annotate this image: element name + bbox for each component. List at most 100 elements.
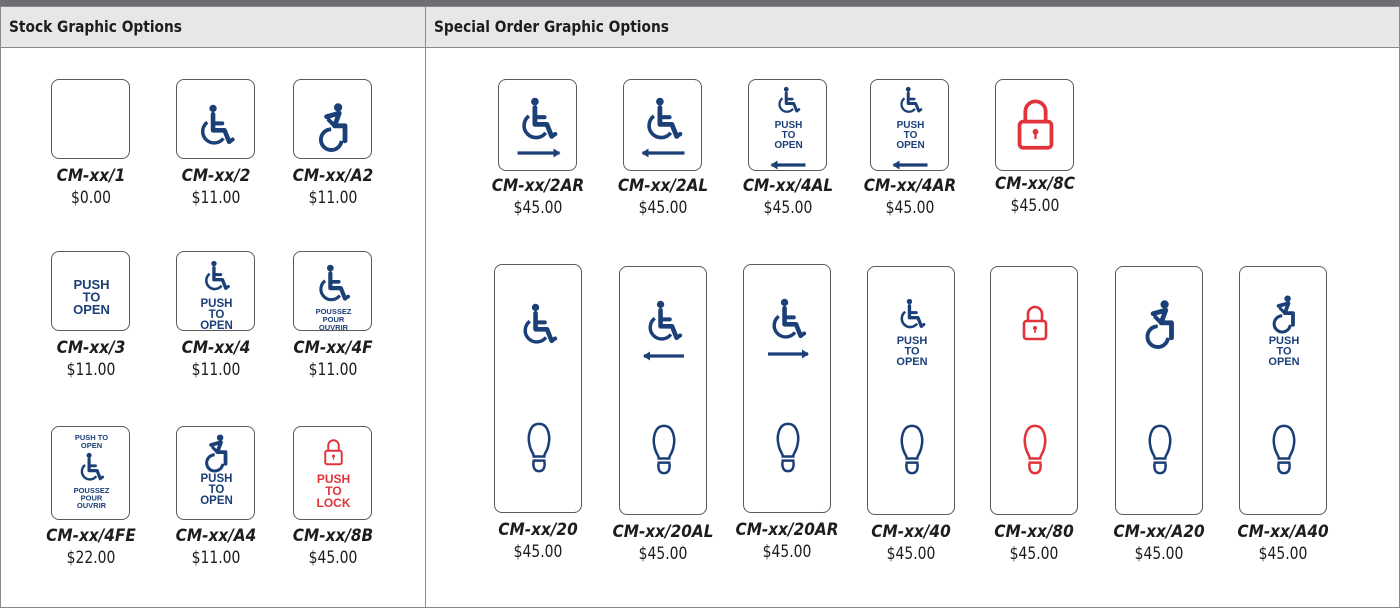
price-label: $45.00 [308, 548, 357, 568]
wheelchair-icon [522, 97, 558, 140]
plate-top-text: PUSH TOOPEN [75, 433, 108, 450]
arrow-left-icon [641, 148, 685, 158]
product-option: PUSH TO OPEN CM-xx/3 $11.00 [51, 251, 130, 391]
product-option: PUSH TO OPEN POUSSEZ POUR OUVRIR CM-xx/4FE $22… [46, 426, 135, 580]
padlock-icon [1022, 305, 1048, 341]
product-option: PUSH TO OPEN CM-xx/A4 $11.00 [175, 426, 256, 580]
wheelchair-icon [647, 97, 683, 140]
arrow-left-icon [892, 160, 928, 170]
product-option: CM-xx/20AL $45.00 [612, 266, 714, 575]
model-number: CM-xx/8B [292, 526, 373, 546]
plate-text-line: OPEN [774, 140, 802, 151]
switch-plate: PUSH TO OPEN [1239, 266, 1327, 515]
active-wheelchair-icon [1272, 295, 1295, 334]
price-label: $11.00 [308, 360, 357, 380]
product-option: PUSH TO OPEN CM-xx/40 $45.00 [867, 266, 955, 575]
footprint-icon [527, 422, 551, 473]
switch-plate: PUSH TO LOCK [293, 426, 372, 520]
switch-plate: PUSH TO OPEN [176, 426, 255, 520]
wheelchair-icon [80, 452, 105, 481]
switch-plate: PUSH TO OPEN [176, 251, 255, 332]
product-option: CM-xx/2AR $45.00 [491, 79, 584, 231]
wheelchair-icon [778, 86, 801, 113]
product-option: PUSH TO OPEN CM-xx/4AR $45.00 [863, 79, 956, 231]
padlock-icon [324, 439, 343, 466]
stock-panel-header: Stock Graphic Options [1, 7, 425, 48]
arrow-right-icon [517, 148, 561, 158]
plate-text: PUSHTOOPEN [200, 298, 233, 332]
wheelchair-icon [200, 104, 235, 145]
switch-plate: POUSSEZ POUR OUVRIR [293, 251, 372, 332]
switch-plate [990, 266, 1078, 515]
plate-text-line: OPEN [81, 441, 102, 450]
arrow-left-icon [643, 351, 684, 361]
model-number: CM-xx/A2 [292, 166, 373, 186]
model-number: CM-xx/A40 [1237, 522, 1329, 542]
model-number: CM-xx/8C [994, 174, 1075, 194]
footprint-icon [776, 422, 800, 473]
switch-plate [743, 264, 831, 513]
active-wheelchair-icon [318, 103, 348, 152]
plate-text-line: OPEN [200, 320, 233, 332]
wheelchair-icon [772, 298, 807, 339]
plate-text: PUSHTOOPEN [774, 120, 802, 151]
switch-plate [619, 266, 707, 515]
product-option: CM-xx/20AR $45.00 [735, 264, 839, 573]
special-panel-header: Special Order Graphic Options [426, 7, 1399, 48]
active-wheelchair-icon [1145, 300, 1174, 349]
plate-text-line: LOCK [317, 496, 351, 510]
switch-plate [623, 79, 702, 171]
product-option: CM-xx/2 $11.00 [176, 79, 255, 219]
wheelchair-icon [523, 303, 558, 344]
product-option: CM-xx/20 $45.00 [494, 264, 582, 573]
price-label: $45.00 [1010, 196, 1059, 216]
switch-plate [494, 264, 582, 513]
product-option: PUSH TO OPEN CM-xx/4 $11.00 [176, 251, 255, 391]
switch-plate: PUSH TO OPEN [748, 79, 827, 171]
switch-plate: PUSH TO OPEN [51, 251, 130, 331]
stock-panel-title: Stock Graphic Options [9, 17, 182, 36]
model-number: CM-xx/4F [292, 338, 373, 358]
footprint-icon [1148, 424, 1172, 475]
arrow-left-icon [770, 160, 806, 170]
footprint-icon [1023, 424, 1047, 475]
wheelchair-icon [900, 86, 923, 113]
plate-text-line: OPEN [1268, 356, 1299, 368]
product-option: PUSH TO OPEN CM-xx/A40 $45.00 [1237, 266, 1329, 575]
product-option: CM-xx/80 $45.00 [990, 266, 1078, 575]
padlock-icon [1017, 99, 1054, 150]
product-option: PUSH TO OPEN CM-xx/4AL $45.00 [742, 79, 833, 231]
price-label: $11.00 [308, 188, 357, 208]
wheelchair-icon [319, 264, 351, 302]
wheelchair-icon [648, 300, 683, 341]
plate-text-line: OUVRIR [77, 501, 107, 510]
plate-text-line: OPEN [73, 302, 110, 317]
product-option: PUSH TO LOCK CM-xx/8B $45.00 [292, 426, 373, 580]
product-option: POUSSEZ POUR OUVRIR CM-xx/4F $11.00 [293, 251, 372, 391]
plate-text-line: OPEN [896, 356, 927, 368]
special-panel-title: Special Order Graphic Options [434, 17, 669, 36]
plate-text-line: OUVRIR [319, 323, 349, 332]
wheelchair-icon [900, 298, 926, 329]
footprint-icon [900, 424, 924, 475]
product-option: CM-xx/8C $45.00 [994, 79, 1075, 231]
product-option: CM-xx/1 $0.00 [51, 79, 130, 219]
product-option: CM-xx/A20 $45.00 [1113, 266, 1205, 575]
arrow-right-icon [768, 349, 809, 359]
switch-plate [1115, 266, 1203, 515]
plate-text: PUSHTOOPEN [73, 277, 110, 317]
plate-text: PUSHTOOPEN [200, 473, 233, 507]
plate-text: PUSHTOLOCK [317, 472, 351, 510]
active-wheelchair-icon [205, 434, 228, 473]
switch-plate [995, 79, 1074, 171]
footprint-icon [1272, 424, 1296, 475]
price-label: $45.00 [1258, 544, 1308, 564]
switch-plate: PUSH TO OPEN [867, 266, 955, 515]
plate-text: PUSHTOOPEN [896, 335, 927, 368]
switch-plate [51, 79, 130, 159]
product-option: CM-xx/A2 $11.00 [292, 79, 373, 219]
switch-plate [498, 79, 577, 171]
product-option: CM-xx/2AL $45.00 [617, 79, 708, 231]
switch-plate [176, 79, 255, 159]
switch-plate: PUSH TO OPEN POUSSEZ POUR OUVRIR [51, 426, 130, 520]
